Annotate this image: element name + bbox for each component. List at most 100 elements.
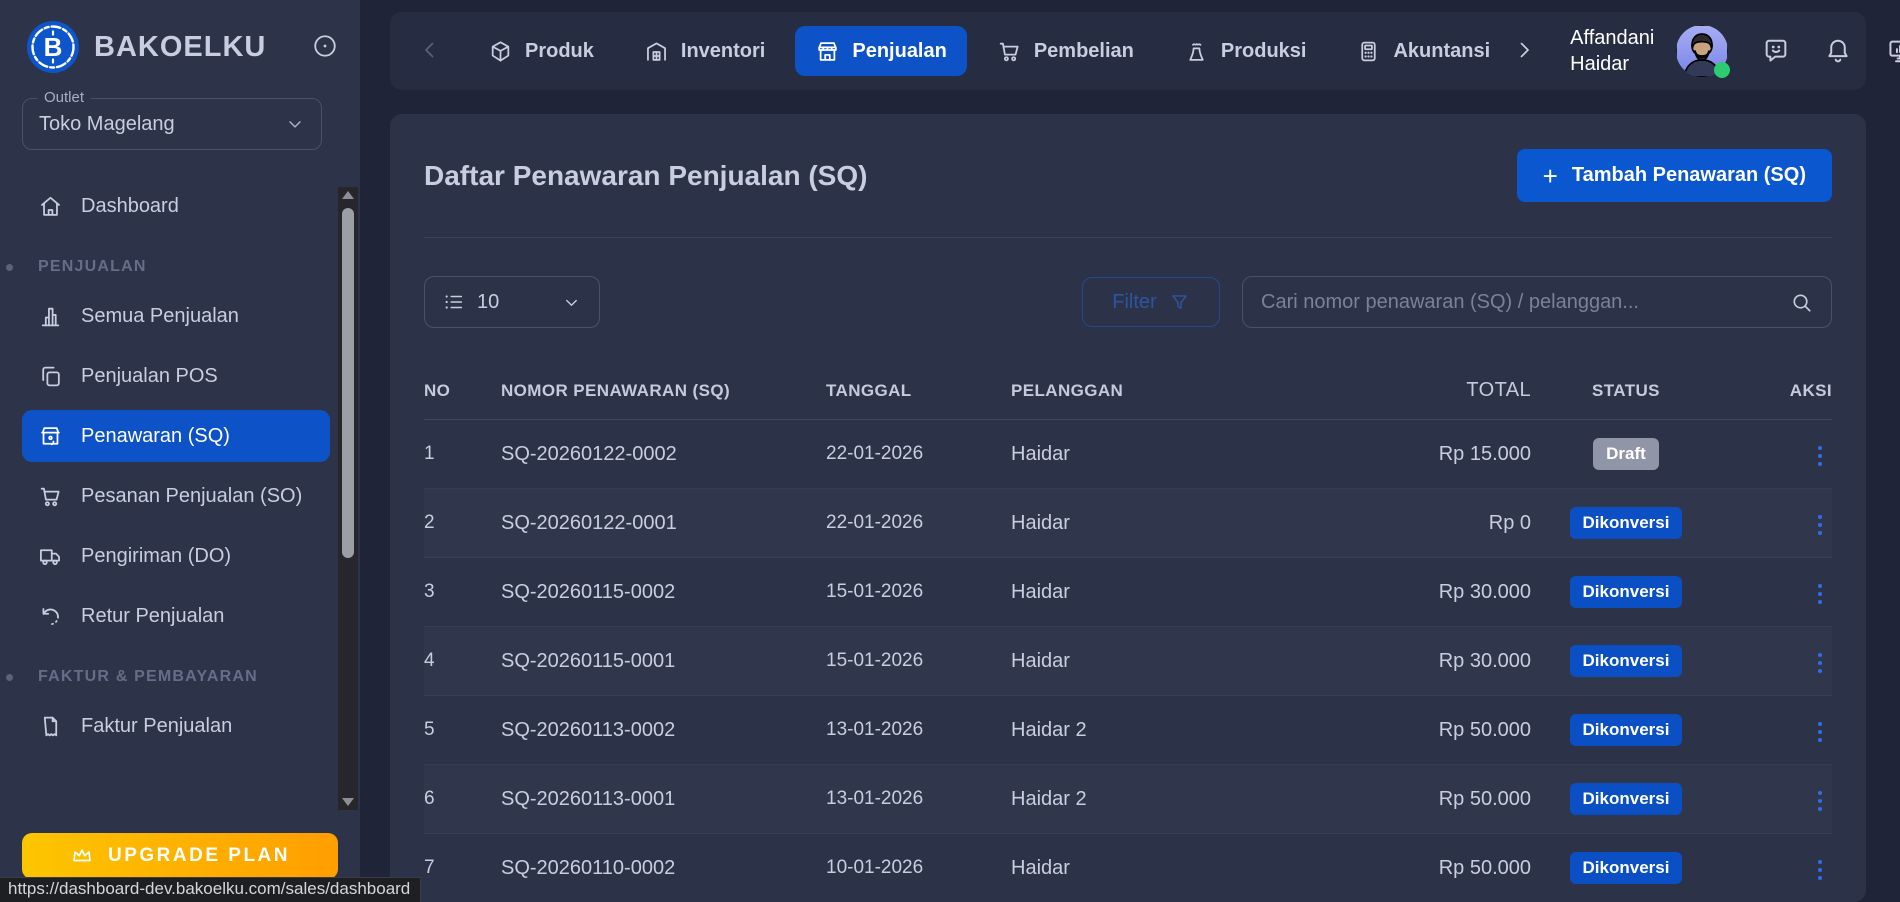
- avatar[interactable]: [1676, 25, 1728, 77]
- tab-penjualan[interactable]: Penjualan: [795, 26, 966, 76]
- table-row: 5 SQ-20260113-0002 13-01-2026 Haidar 2 R…: [424, 696, 1832, 765]
- logo-row: B BAKOELKU: [0, 0, 360, 74]
- copy-icon: [38, 364, 63, 389]
- status-badge: Dikonversi: [1570, 783, 1683, 815]
- tab-pembelian[interactable]: Pembelian: [977, 26, 1154, 76]
- chart-column-icon: [38, 304, 63, 329]
- list-icon: [443, 291, 465, 313]
- truck-icon: [38, 544, 63, 569]
- user-name: Affandani Haidar: [1570, 25, 1654, 77]
- plus-icon: +: [1543, 163, 1558, 189]
- home-icon: [38, 194, 63, 219]
- table-row: 1 SQ-20260122-0002 22-01-2026 Haidar Rp …: [424, 420, 1832, 489]
- row-actions-kebab-icon[interactable]: [1808, 716, 1832, 748]
- feedback-message-icon[interactable]: [1762, 37, 1790, 65]
- app-title: BAKOELKU: [94, 31, 310, 64]
- rotate-ccw-icon: [38, 604, 63, 629]
- main-area: Produk Inventori Penjualan Pembelian Pro…: [360, 0, 1900, 902]
- sidebar-section-faktur-pembayaran: FAKTUR & PEMBAYARAN: [22, 668, 330, 686]
- tab-produk[interactable]: Produk: [468, 26, 614, 76]
- notifications-bell-icon[interactable]: [1824, 37, 1852, 65]
- section-bullet: [6, 674, 13, 681]
- topbar-icons: [1762, 37, 1900, 65]
- crown-icon: [70, 844, 94, 868]
- status-badge: Dikonversi: [1570, 645, 1683, 677]
- page-title: Daftar Penawaran Penjualan (SQ): [424, 160, 867, 192]
- svg-text:B: B: [44, 32, 63, 62]
- table-row: 7 SQ-20260110-0002 10-01-2026 Haidar Rp …: [424, 834, 1832, 902]
- top-navigation-bar: Produk Inventori Penjualan Pembelian Pro…: [390, 12, 1866, 90]
- bakoelku-logo-icon: B: [26, 20, 80, 74]
- status-badge: Dikonversi: [1570, 507, 1683, 539]
- sidebar: B BAKOELKU Outlet Toko Magelang Dashboar…: [0, 0, 360, 902]
- status-badge: Dikonversi: [1570, 714, 1683, 746]
- status-badge: Dikonversi: [1570, 852, 1683, 884]
- add-penawaran-button[interactable]: + Tambah Penawaran (SQ): [1517, 149, 1832, 202]
- table-controls: 10 Filter: [424, 276, 1832, 328]
- status-badge: Draft: [1593, 438, 1659, 470]
- row-actions-kebab-icon[interactable]: [1808, 785, 1832, 817]
- filter-button[interactable]: Filter: [1082, 277, 1220, 327]
- sidebar-item-pengiriman-do[interactable]: Pengiriman (DO): [22, 530, 330, 582]
- nav-forward-chevron-icon[interactable]: [1512, 34, 1536, 68]
- outlet-select[interactable]: Outlet Toko Magelang: [22, 98, 322, 150]
- search-icon: [1790, 291, 1813, 314]
- sidebar-item-penjualan-pos[interactable]: Penjualan POS: [22, 350, 330, 402]
- receipt-icon: [38, 714, 63, 739]
- cart-icon: [38, 484, 63, 509]
- sidebar-item-retur-penjualan[interactable]: Retur Penjualan: [22, 590, 330, 642]
- row-actions-kebab-icon[interactable]: [1808, 647, 1832, 679]
- status-url-tooltip: https://dashboard-dev.bakoelku.com/sales…: [0, 877, 421, 902]
- nav-back-chevron-icon[interactable]: [418, 34, 442, 68]
- calculator-icon: [1356, 39, 1381, 64]
- sidebar-item-semua-penjualan[interactable]: Semua Penjualan: [22, 290, 330, 342]
- scroll-down-arrow[interactable]: [338, 794, 358, 810]
- package-icon: [488, 39, 513, 64]
- outlet-value: Toko Magelang: [39, 113, 285, 136]
- table-row: 2 SQ-20260122-0001 22-01-2026 Haidar Rp …: [424, 489, 1832, 558]
- tab-inventori[interactable]: Inventori: [624, 26, 785, 76]
- scroll-up-arrow[interactable]: [338, 187, 358, 203]
- page-size-select[interactable]: 10: [424, 276, 600, 328]
- table-header-row: NO NOMOR PENAWARAN (SQ) TANGGAL PELANGGA…: [424, 332, 1832, 420]
- chevron-down-icon: [285, 114, 305, 134]
- tab-produksi[interactable]: Produksi: [1164, 26, 1327, 76]
- status-badge: Dikonversi: [1570, 576, 1683, 608]
- app-root: B BAKOELKU Outlet Toko Magelang Dashboar…: [0, 0, 1900, 902]
- scrollbar-thumb[interactable]: [342, 208, 354, 558]
- outlet-label: Outlet: [37, 89, 91, 106]
- store-icon: [815, 39, 840, 64]
- content-card: Daftar Penawaran Penjualan (SQ) + Tambah…: [390, 114, 1866, 902]
- table-row: 4 SQ-20260115-0001 15-01-2026 Haidar Rp …: [424, 627, 1832, 696]
- sidebar-scrollbar[interactable]: [338, 187, 358, 810]
- tab-akuntansi[interactable]: Akuntansi: [1336, 26, 1510, 76]
- table-row: 6 SQ-20260113-0001 13-01-2026 Haidar 2 R…: [424, 765, 1832, 834]
- stall-icon: [38, 424, 63, 449]
- sidebar-item-pesanan-penjualan-so[interactable]: Pesanan Penjualan (SO): [22, 470, 330, 522]
- factory-icon: [1184, 39, 1209, 64]
- sidebar-item-penawaran-sq[interactable]: Penawaran (SQ): [22, 410, 330, 462]
- chevron-down-icon: [562, 293, 581, 312]
- table-body: 1 SQ-20260122-0002 22-01-2026 Haidar Rp …: [424, 420, 1832, 902]
- row-actions-kebab-icon[interactable]: [1808, 854, 1832, 886]
- card-header: Daftar Penawaran Penjualan (SQ) + Tambah…: [424, 114, 1832, 238]
- search-box: [1242, 276, 1832, 328]
- row-actions-kebab-icon[interactable]: [1808, 440, 1832, 472]
- circle-dot-icon[interactable]: [310, 32, 340, 62]
- sidebar-section-penjualan: PENJUALAN: [22, 258, 330, 276]
- monitor-chart-icon[interactable]: [1886, 37, 1900, 65]
- upgrade-plan-button[interactable]: UPGRADE PLAN: [22, 833, 338, 879]
- row-actions-kebab-icon[interactable]: [1808, 578, 1832, 610]
- warehouse-icon: [644, 39, 669, 64]
- section-bullet: [6, 264, 13, 271]
- sidebar-item-dashboard[interactable]: Dashboard: [22, 180, 330, 232]
- table-row: 3 SQ-20260115-0002 15-01-2026 Haidar Rp …: [424, 558, 1832, 627]
- sidebar-menu: Dashboard PENJUALAN Semua Penjualan Penj…: [0, 150, 360, 752]
- funnel-icon: [1169, 292, 1190, 313]
- row-actions-kebab-icon[interactable]: [1808, 509, 1832, 541]
- cart-icon: [997, 39, 1022, 64]
- module-nav: Produk Inventori Penjualan Pembelian Pro…: [468, 26, 1510, 76]
- sidebar-item-faktur-penjualan[interactable]: Faktur Penjualan: [22, 700, 330, 752]
- search-input[interactable]: [1261, 291, 1790, 314]
- penawaran-table: NO NOMOR PENAWARAN (SQ) TANGGAL PELANGGA…: [424, 332, 1832, 902]
